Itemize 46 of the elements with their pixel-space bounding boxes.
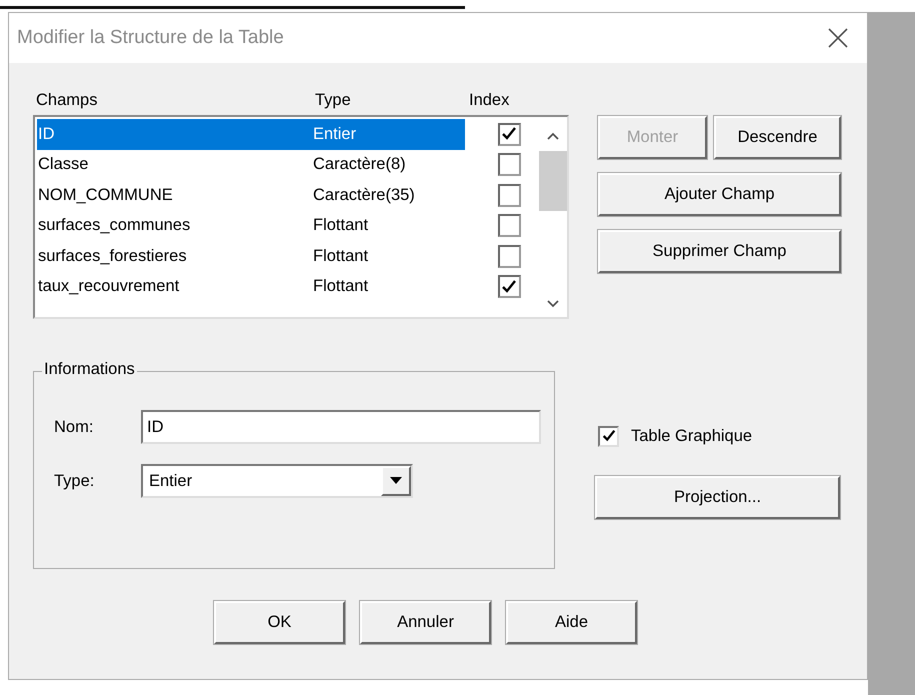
name-field[interactable]: ID [141,410,541,444]
projection-button[interactable]: Projection... [595,476,840,519]
field-row[interactable]: Classe Caractère(8) [37,150,465,180]
field-row[interactable]: surfaces_forestieres Flottant [37,241,465,272]
column-header: Index [469,90,510,110]
index-checkbox[interactable] [498,122,520,146]
field-label: Type: [54,472,96,490]
dialog-button[interactable]: OK [214,601,345,644]
dialog-button[interactable]: Ajouter Champ [598,173,841,216]
field-name: Classe [37,155,90,174]
index-checkbox[interactable] [498,214,520,238]
index-checkbox[interactable] [498,275,520,298]
field-name: taux_recouvrement [37,277,180,296]
index-checkbox[interactable] [498,244,520,268]
field-type: Flottant [313,277,368,296]
field-row[interactable]: ID Entier [37,119,465,150]
type-dropdown[interactable]: Entier [141,464,413,498]
dialog-button[interactable]: Descendre [714,116,841,159]
check-icon [600,428,616,444]
field-row[interactable]: NOM_COMMUNE Caractère(35) [37,180,465,210]
caret-icon[interactable] [390,477,402,485]
dialog-button[interactable]: Aide [506,601,637,644]
field-row[interactable]: taux_recouvrement Flottant [37,272,465,302]
field-label: Nom: [54,418,94,436]
dialog-button[interactable]: Supprimer Champ [598,230,841,273]
field-type: Entier [313,124,356,144]
field-row[interactable]: surfaces_communes Flottant [37,210,465,241]
field-type: Caractère(35) [313,186,415,205]
field-name: NOM_COMMUNE [37,186,174,205]
index-checkbox[interactable] [498,153,520,176]
window-title: Modifier la Structure de la Table [17,27,284,49]
field-type: Flottant [313,246,368,266]
field-name: surfaces_forestieres [37,246,188,266]
index-checkbox[interactable] [498,184,520,207]
chevron-up-icon[interactable] [546,131,560,141]
dialog-button[interactable]: Annuler [360,601,491,644]
column-header: Type [315,90,352,110]
field-name: surfaces_communes [37,216,192,236]
column-header: Champs [35,90,98,110]
close-icon[interactable] [827,27,849,49]
chevron-down-icon[interactable] [546,299,560,309]
field-type: Flottant [313,216,368,236]
checkbox-label: Table Graphique [631,426,752,446]
field-type: Caractère(8) [313,155,406,174]
graphic-table-checkbox[interactable] [598,426,619,446]
field-name: ID [37,124,56,144]
